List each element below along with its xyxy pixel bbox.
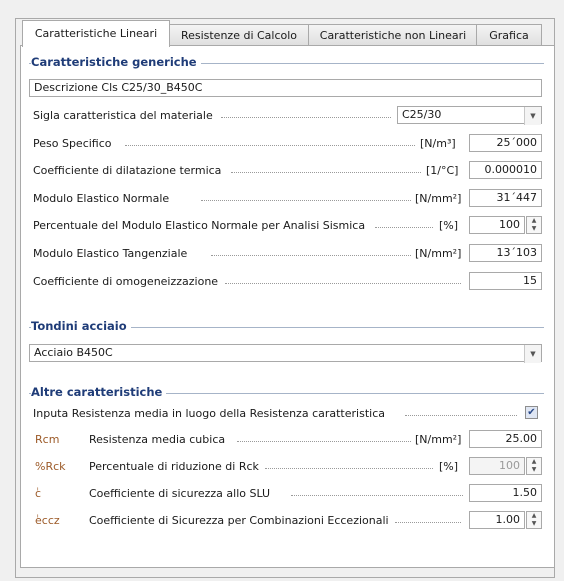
group-caratteristiche-generiche: Caratteristiche generiche Descrizione Cl…: [29, 55, 544, 354]
gecc-spinner[interactable]: ▲ ▼: [526, 511, 542, 529]
omog-input[interactable]: 15: [469, 272, 542, 290]
description-field[interactable]: Descrizione Cls C25/30_B450C: [29, 79, 542, 97]
modulo-input[interactable]: 31´447: [469, 189, 542, 207]
gc-row: ٰc Coefficiente di sicurezza allo SLU 1.…: [29, 484, 544, 504]
spin-up-icon[interactable]: ▲: [527, 458, 541, 466]
modulo-row: Modulo Elastico Normale [N/mm²] 31´447: [29, 189, 544, 209]
leader-dots: [221, 117, 391, 118]
gecc-symbol: ٰeccz: [35, 514, 60, 527]
rcm-row: Rcm Resistenza media cubica [N/mm²] 25.0…: [29, 430, 544, 450]
spin-down-icon[interactable]: ▼: [527, 520, 541, 528]
leader-dots: [201, 200, 411, 201]
tang-unit: [N/mm²]: [415, 247, 462, 260]
peso-input[interactable]: 25´000: [469, 134, 542, 152]
leader-dots: [291, 495, 463, 496]
omog-label: Coefficiente di omogeneizzazione: [33, 275, 219, 288]
leader-dots: [265, 468, 433, 469]
rcm-label: Resistenza media cubica: [89, 433, 226, 446]
perc-unit: [%]: [439, 219, 459, 232]
sigla-select[interactable]: C25/30 ▼: [397, 106, 542, 125]
peso-row: Peso Specifico [N/m³] 25´000: [29, 134, 544, 154]
gc-label: Coefficiente di sicurezza allo SLU: [89, 487, 271, 500]
tang-row: Modulo Elastico Tangenziale [N/mm²] 13´1…: [29, 244, 544, 264]
tang-input[interactable]: 13´103: [469, 244, 542, 262]
perc-row: Percentuale del Modulo Elastico Normale …: [29, 216, 544, 236]
tab-grafica[interactable]: Grafica: [476, 24, 542, 46]
rcm-input[interactable]: 25.00: [469, 430, 542, 448]
description-row: Descrizione Cls C25/30_B450C: [29, 79, 544, 99]
leader-dots: [231, 172, 421, 173]
description-label: Descrizione: [34, 81, 98, 94]
spin-up-icon[interactable]: ▲: [527, 217, 541, 225]
sigla-label: Sigla caratteristica del materiale: [33, 109, 213, 122]
rcm-unit: [N/mm²]: [415, 433, 462, 446]
gecc-row: ٰeccz Coefficiente di Sicurezza per Comb…: [29, 511, 544, 531]
sigla-value: C25/30: [402, 108, 442, 121]
leader-dots: [395, 522, 461, 523]
group-title: Altre caratteristiche: [31, 385, 167, 399]
peso-label: Peso Specifico: [33, 137, 112, 150]
group-altre-caratteristiche: Altre caratteristiche Inputa Resistenza …: [29, 385, 544, 554]
tab-page: Caratteristiche generiche Descrizione Cl…: [20, 45, 555, 568]
tab-caratteristiche-lineari[interactable]: Caratteristiche Lineari: [22, 20, 170, 47]
group-title: Tondini acciaio: [31, 319, 131, 333]
input-media-label: Inputa Resistenza media in luogo della R…: [33, 407, 385, 420]
tab-resistenze-di-calcolo[interactable]: Resistenze di Calcolo: [168, 24, 310, 46]
sigla-row: Sigla caratteristica del materiale C25/3…: [29, 106, 544, 126]
tondini-row: Acciaio B450C ▼: [29, 344, 544, 364]
gc-symbol: ٰc: [35, 487, 42, 500]
perc-spinner[interactable]: ▲ ▼: [526, 216, 542, 234]
leader-dots: [125, 145, 415, 146]
rcm-symbol: Rcm: [35, 433, 60, 446]
rck-input[interactable]: 100: [469, 457, 525, 475]
rck-unit: [%]: [439, 460, 459, 473]
chevron-down-icon[interactable]: ▼: [524, 107, 541, 125]
input-media-checkbox[interactable]: ✔: [525, 406, 538, 419]
spin-up-icon[interactable]: ▲: [527, 512, 541, 520]
peso-unit: [N/m³]: [420, 137, 456, 150]
leader-dots: [375, 227, 433, 228]
gc-input[interactable]: 1.50: [469, 484, 542, 502]
gecc-input[interactable]: 1.00: [469, 511, 525, 529]
dilat-unit: [1/°C]: [426, 164, 459, 177]
leader-dots: [225, 283, 461, 284]
rck-symbol: %Rck: [35, 460, 66, 473]
dilat-label: Coefficiente di dilatazione termica: [33, 164, 222, 177]
tondini-select[interactable]: Acciaio B450C ▼: [29, 344, 542, 363]
gecc-label: Coefficiente di Sicurezza per Combinazio…: [89, 514, 389, 527]
group-tondini-acciaio: Tondini acciaio Acciaio B450C ▼: [29, 319, 544, 378]
perc-label: Percentuale del Modulo Elastico Normale …: [33, 219, 366, 232]
perc-input[interactable]: 100: [469, 216, 525, 234]
modulo-unit: [N/mm²]: [415, 192, 462, 205]
leader-dots: [237, 441, 411, 442]
input-media-row: Inputa Resistenza media in luogo della R…: [29, 404, 544, 424]
rck-row: %Rck Percentuale di riduzione di Rck [%]…: [29, 457, 544, 477]
rck-label: Percentuale di riduzione di Rck: [89, 460, 259, 473]
tab-caratteristiche-non-lineari[interactable]: Caratteristiche non Lineari: [308, 24, 478, 46]
omog-row: Coefficiente di omogeneizzazione 15: [29, 272, 544, 292]
group-title: Caratteristiche generiche: [31, 55, 201, 69]
tondini-value: Acciaio B450C: [34, 346, 113, 359]
tang-label: Modulo Elastico Tangenziale: [33, 247, 188, 260]
description-value: Cls C25/30_B450C: [101, 81, 203, 94]
chevron-down-icon[interactable]: ▼: [524, 345, 541, 363]
spin-down-icon[interactable]: ▼: [527, 225, 541, 233]
dilat-row: Coefficiente di dilatazione termica [1/°…: [29, 161, 544, 181]
rck-spinner[interactable]: ▲ ▼: [526, 457, 542, 475]
modulo-label: Modulo Elastico Normale: [33, 192, 170, 205]
spin-down-icon[interactable]: ▼: [527, 466, 541, 474]
dilat-input[interactable]: 0.000010: [469, 161, 542, 179]
leader-dots: [211, 255, 411, 256]
leader-dots: [405, 415, 517, 416]
